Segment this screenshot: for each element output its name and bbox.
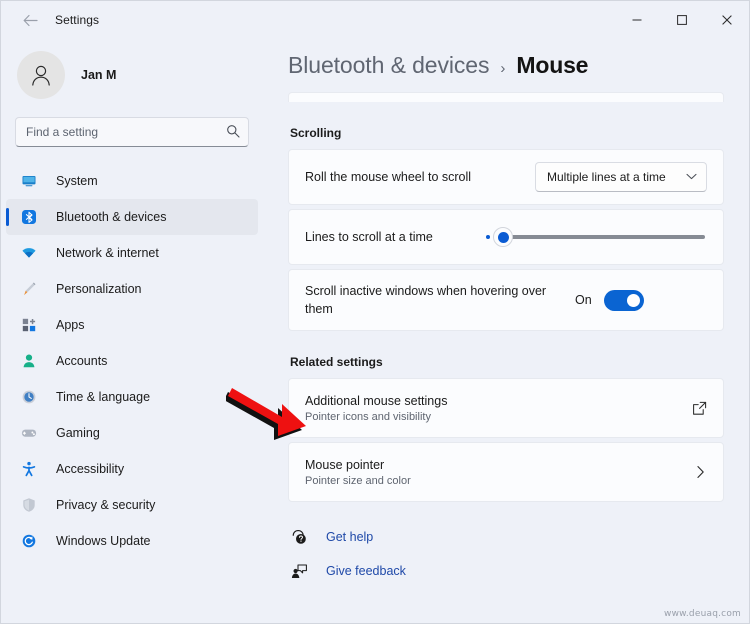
- sidebar-item-label: Apps: [56, 318, 85, 332]
- sidebar-item-time-language[interactable]: Time & language: [6, 379, 258, 415]
- footer-link-label: Give feedback: [326, 564, 406, 578]
- section-title-related-settings: Related settings: [290, 355, 383, 369]
- breadcrumb-parent-link[interactable]: Bluetooth & devices: [288, 52, 490, 79]
- related-item-subtitle: Pointer size and color: [305, 474, 411, 487]
- bluetooth-icon: [19, 209, 39, 225]
- slider-track[interactable]: [511, 235, 705, 239]
- slider-min-tick: [486, 235, 490, 239]
- accessibility-person-icon: [19, 461, 39, 477]
- chevron-right-icon: [694, 465, 707, 479]
- sidebar-item-privacy-security[interactable]: Privacy & security: [6, 487, 258, 523]
- related-item-subtitle: Pointer icons and visibility: [305, 410, 431, 423]
- search-input[interactable]: [15, 117, 249, 147]
- breadcrumb: Bluetooth & devices › Mouse: [288, 39, 724, 91]
- sidebar: Jan M Find a setting System Bluetooth & …: [1, 39, 263, 623]
- close-button[interactable]: [704, 1, 749, 39]
- related-item-texts: Mouse pointer Pointer size and color: [305, 458, 694, 487]
- sidebar-item-apps[interactable]: Apps: [6, 307, 258, 343]
- minimize-icon: [632, 19, 641, 21]
- sidebar-item-label: Privacy & security: [56, 498, 156, 512]
- scroll-inactive-toggle[interactable]: [603, 289, 644, 311]
- gamepad-icon: [19, 425, 39, 441]
- settings-window: Settings Jan M Find a setting System Blu…: [0, 0, 750, 624]
- give-feedback-link[interactable]: Give feedback: [288, 558, 724, 584]
- window-body: Jan M Find a setting System Bluetooth & …: [1, 39, 749, 623]
- person-avatar-icon: [32, 65, 50, 86]
- get-help-link[interactable]: Get help: [288, 524, 724, 550]
- sidebar-item-label: Bluetooth & devices: [56, 210, 167, 224]
- avatar: [17, 51, 65, 99]
- apps-icon: [19, 317, 39, 333]
- feedback-person-icon: [288, 563, 310, 580]
- related-item-title: Additional mouse settings: [305, 393, 448, 408]
- search-container: [15, 117, 249, 147]
- sidebar-item-label: Accounts: [56, 354, 108, 368]
- setting-row-scroll-inactive-windows: Scroll inactive windows when hovering ov…: [288, 269, 724, 331]
- footer-links: Get help Give feedback: [288, 524, 724, 584]
- sidebar-item-accounts[interactable]: Accounts: [6, 343, 258, 379]
- shield-icon: [19, 497, 39, 513]
- wifi-icon: [19, 245, 39, 261]
- related-item-additional-mouse-settings[interactable]: Additional mouse settings Pointer icons …: [288, 378, 724, 438]
- help-question-icon: [288, 529, 310, 546]
- sidebar-item-personalization[interactable]: Personalization: [6, 271, 258, 307]
- sidebar-item-label: Windows Update: [56, 534, 151, 548]
- sidebar-item-network-internet[interactable]: Network & internet: [6, 235, 258, 271]
- sidebar-item-windows-update[interactable]: Windows Update: [6, 523, 258, 559]
- sidebar-item-label: Gaming: [56, 426, 100, 440]
- sidebar-item-accessibility[interactable]: Accessibility: [6, 451, 258, 487]
- related-item-texts: Additional mouse settings Pointer icons …: [305, 394, 692, 423]
- sidebar-item-bluetooth-devices[interactable]: Bluetooth & devices: [6, 199, 258, 235]
- scrolled-card-sliver: [288, 92, 724, 102]
- lines-to-scroll-slider[interactable]: [480, 227, 707, 247]
- monitor-icon: [19, 173, 39, 189]
- dropdown-value: Multiple lines at a time: [547, 170, 666, 184]
- related-item-title: Mouse pointer: [305, 457, 385, 472]
- sidebar-item-gaming[interactable]: Gaming: [6, 415, 258, 451]
- setting-label: Roll the mouse wheel to scroll: [305, 169, 472, 184]
- slider-thumb[interactable]: [493, 227, 513, 247]
- external-link-icon: [692, 401, 707, 416]
- page-title: Mouse: [516, 52, 589, 78]
- setting-row-lines-to-scroll: Lines to scroll at a time: [288, 209, 724, 265]
- update-refresh-icon: [19, 533, 39, 549]
- sidebar-item-label: Accessibility: [56, 462, 125, 476]
- minimize-button[interactable]: [614, 1, 659, 39]
- watermark: www.deuaq.com: [664, 609, 741, 619]
- sidebar-item-label: Personalization: [56, 282, 142, 296]
- sidebar-item-label: System: [56, 174, 98, 188]
- chevron-down-icon: [686, 173, 697, 182]
- back-button[interactable]: [13, 5, 47, 35]
- setting-label: Scroll inactive windows when hovering ov…: [305, 283, 547, 316]
- clock-icon: [19, 389, 39, 405]
- maximize-button[interactable]: [659, 1, 704, 39]
- back-arrow-icon: [23, 14, 38, 26]
- sidebar-item-label: Time & language: [56, 390, 151, 404]
- window-title: Settings: [55, 13, 100, 27]
- content-pane: Bluetooth & devices › Mouse Scrolling Ro…: [263, 39, 749, 623]
- section-title-scrolling: Scrolling: [290, 126, 342, 140]
- mouse-wheel-dropdown[interactable]: Multiple lines at a time: [535, 162, 707, 192]
- sidebar-item-label: Network & internet: [56, 246, 159, 260]
- profile-name: Jan M: [81, 68, 117, 82]
- close-icon: [721, 15, 732, 25]
- title-bar: Settings: [1, 1, 749, 39]
- toggle-state-label: On: [575, 293, 592, 307]
- sidebar-item-system[interactable]: System: [6, 163, 258, 199]
- sidebar-nav: System Bluetooth & devices Network & int…: [1, 163, 263, 559]
- footer-link-label: Get help: [326, 530, 374, 544]
- profile-block[interactable]: Jan M: [1, 39, 263, 101]
- setting-row-mouse-wheel: Roll the mouse wheel to scroll Multiple …: [288, 149, 724, 205]
- maximize-icon: [676, 15, 687, 25]
- related-item-mouse-pointer[interactable]: Mouse pointer Pointer size and color: [288, 442, 724, 502]
- breadcrumb-separator-icon: ›: [500, 60, 506, 77]
- setting-label: Lines to scroll at a time: [305, 229, 433, 244]
- account-person-icon: [19, 353, 39, 369]
- scroll-inactive-toggle-group[interactable]: On: [575, 289, 644, 311]
- window-controls: [614, 1, 749, 39]
- paintbrush-icon: [19, 281, 39, 297]
